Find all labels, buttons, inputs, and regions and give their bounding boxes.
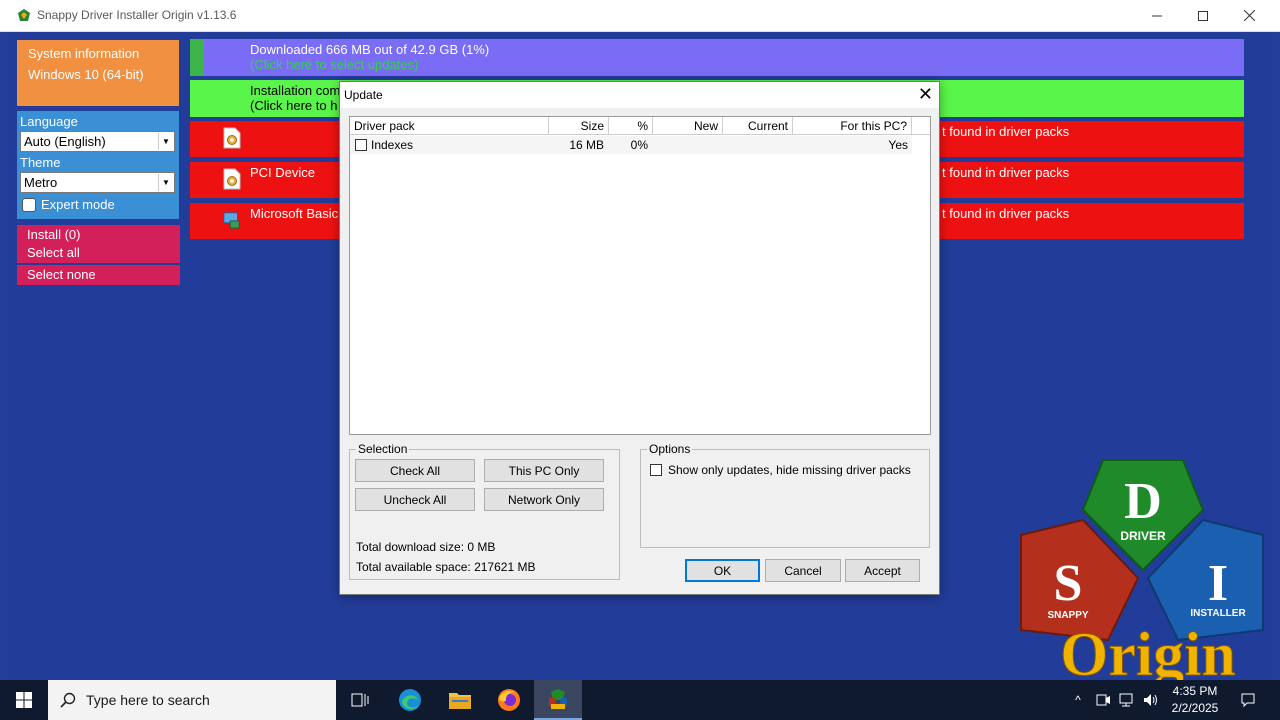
install-panel: Install (0) Select all: [17, 225, 180, 263]
task-view-icon[interactable]: [336, 680, 384, 720]
taskbar-search-box[interactable]: Type here to search: [48, 680, 336, 720]
update-dialog: Update ✕ Driver pack Size % New Current …: [339, 81, 940, 595]
install-button[interactable]: Install (0): [27, 226, 170, 244]
row-percent: 0%: [630, 138, 648, 152]
minimize-icon[interactable]: [1134, 0, 1180, 31]
snappy-driver-installer-origin-logo: D DRIVER S SNAPPY I INSTALLER Origin: [1020, 460, 1264, 680]
display-adapter-icon: [223, 212, 240, 229]
search-icon: [60, 692, 76, 708]
expert-mode-checkbox[interactable]: [22, 197, 36, 212]
download-status-text: Downloaded 666 MB out of 42.9 GB (1%): [250, 42, 490, 57]
list-item[interactable]: Indexes 16 MB 0% Yes: [350, 136, 912, 154]
language-value: Auto (English): [24, 134, 106, 149]
network-only-button[interactable]: Network Only: [484, 488, 604, 511]
row-size: 16 MB: [569, 138, 604, 152]
clock-date: 2/2/2025: [1171, 701, 1219, 715]
close-icon[interactable]: [1226, 0, 1272, 31]
meet-now-icon[interactable]: [1092, 680, 1114, 720]
list-header: Driver pack Size % New Current For this …: [350, 117, 930, 135]
column-current[interactable]: Current: [723, 117, 793, 135]
network-icon[interactable]: [1116, 680, 1138, 720]
cancel-button[interactable]: Cancel: [765, 559, 841, 582]
driver-pack-list[interactable]: Driver pack Size % New Current For this …: [349, 116, 931, 435]
close-icon[interactable]: ✕: [918, 84, 933, 105]
theme-value: Metro: [24, 175, 58, 190]
windows-start-icon[interactable]: [0, 680, 48, 720]
column-new[interactable]: New: [653, 117, 723, 135]
logo-driver-label: DRIVER: [1120, 529, 1166, 543]
device-name: PCI Device: [250, 165, 316, 180]
file-explorer-icon[interactable]: [436, 680, 484, 720]
total-download-size: Total download size: 0 MB: [356, 540, 496, 554]
device-status: t found in driver packs: [942, 124, 1070, 139]
expert-mode-toggle[interactable]: Expert mode: [20, 197, 176, 212]
check-all-button[interactable]: Check All: [355, 459, 475, 482]
selection-group: Selection Check All This PC Only Uncheck…: [349, 442, 620, 580]
edge-icon[interactable]: [386, 680, 434, 720]
show-only-updates-option[interactable]: Show only updates, hide missing driver p…: [650, 463, 911, 477]
chevron-down-icon[interactable]: ▼: [158, 133, 173, 150]
selection-group-label: Selection: [356, 442, 410, 456]
taskbar: Type here to search ^ 4:35 PM 2/2/2025: [0, 680, 1280, 720]
chevron-down-icon[interactable]: ▼: [158, 174, 173, 191]
select-all-button[interactable]: Select all: [27, 244, 170, 262]
volume-icon[interactable]: [1140, 680, 1162, 720]
column-percent[interactable]: %: [609, 117, 653, 135]
os-label: Windows 10 (64-bit): [28, 67, 144, 82]
system-info-panel[interactable]: System information Windows 10 (64-bit): [17, 40, 179, 106]
row-for-this-pc: Yes: [888, 138, 908, 152]
logo-installer-label: INSTALLER: [1190, 608, 1246, 619]
download-status-row[interactable]: Downloaded 666 MB out of 42.9 GB (1%) (C…: [190, 39, 1244, 76]
logo-snappy-label: SNAPPY: [1047, 610, 1088, 621]
installation-status-text: Installation com: [250, 83, 341, 98]
app-icon: [18, 9, 30, 21]
driver-file-icon: [223, 127, 241, 149]
dialog-titlebar: Update ✕: [340, 82, 939, 108]
options-group-label: Options: [647, 442, 693, 456]
this-pc-only-button[interactable]: This PC Only: [484, 459, 604, 482]
language-select[interactable]: Auto (English) ▼: [20, 131, 175, 152]
total-available-space: Total available space: 217621 MB: [356, 560, 536, 574]
row-name: Indexes: [371, 138, 414, 152]
show-only-updates-checkbox[interactable]: [650, 464, 662, 476]
logo-i-letter: I: [1208, 555, 1228, 612]
device-name: Microsoft Basic: [250, 206, 339, 221]
driver-file-icon: [223, 168, 241, 190]
uncheck-all-button[interactable]: Uncheck All: [355, 488, 475, 511]
column-for-this-pc[interactable]: For this PC?: [793, 117, 912, 135]
ok-button[interactable]: OK: [685, 559, 760, 582]
logo-d-letter: D: [1124, 473, 1162, 530]
accept-button[interactable]: Accept: [845, 559, 920, 582]
language-label: Language: [20, 114, 78, 129]
select-updates-link[interactable]: (Click here to select updates): [250, 57, 418, 72]
expert-mode-label: Expert mode: [41, 197, 115, 212]
maximize-icon[interactable]: [1180, 0, 1226, 31]
firefox-icon[interactable]: [485, 680, 533, 720]
system-info-label[interactable]: System information: [28, 43, 168, 64]
search-placeholder: Type here to search: [86, 692, 210, 708]
download-progress-bar: [190, 39, 204, 76]
theme-label: Theme: [20, 155, 61, 170]
logo-s-letter: S: [1054, 555, 1083, 612]
installation-status-link[interactable]: (Click here to h: [250, 98, 337, 113]
device-status: t found in driver packs: [942, 206, 1070, 221]
column-size[interactable]: Size: [549, 117, 609, 135]
language-theme-panel: Language Auto (English) ▼ Theme Metro ▼ …: [17, 111, 179, 219]
theme-select[interactable]: Metro ▼: [20, 172, 175, 193]
show-only-updates-label: Show only updates, hide missing driver p…: [668, 463, 911, 477]
row-checkbox[interactable]: [355, 139, 367, 151]
device-status: t found in driver packs: [942, 165, 1070, 180]
system-clock[interactable]: 4:35 PM 2/2/2025: [1160, 683, 1230, 717]
options-group: Options Show only updates, hide missing …: [640, 442, 930, 548]
chevron-up-icon[interactable]: ^: [1068, 680, 1088, 720]
window-titlebar: Snappy Driver Installer Origin v1.13.6: [0, 0, 1280, 32]
window-title: Snappy Driver Installer Origin v1.13.6: [37, 8, 237, 22]
clock-time: 4:35 PM: [1172, 684, 1218, 698]
dialog-title: Update: [344, 88, 383, 102]
snappy-driver-icon[interactable]: [534, 680, 582, 720]
column-driver-pack[interactable]: Driver pack: [350, 117, 549, 135]
notification-icon[interactable]: [1234, 680, 1262, 720]
logo-origin-label: Origin: [1060, 621, 1236, 680]
select-none-button[interactable]: Select none: [17, 265, 180, 285]
